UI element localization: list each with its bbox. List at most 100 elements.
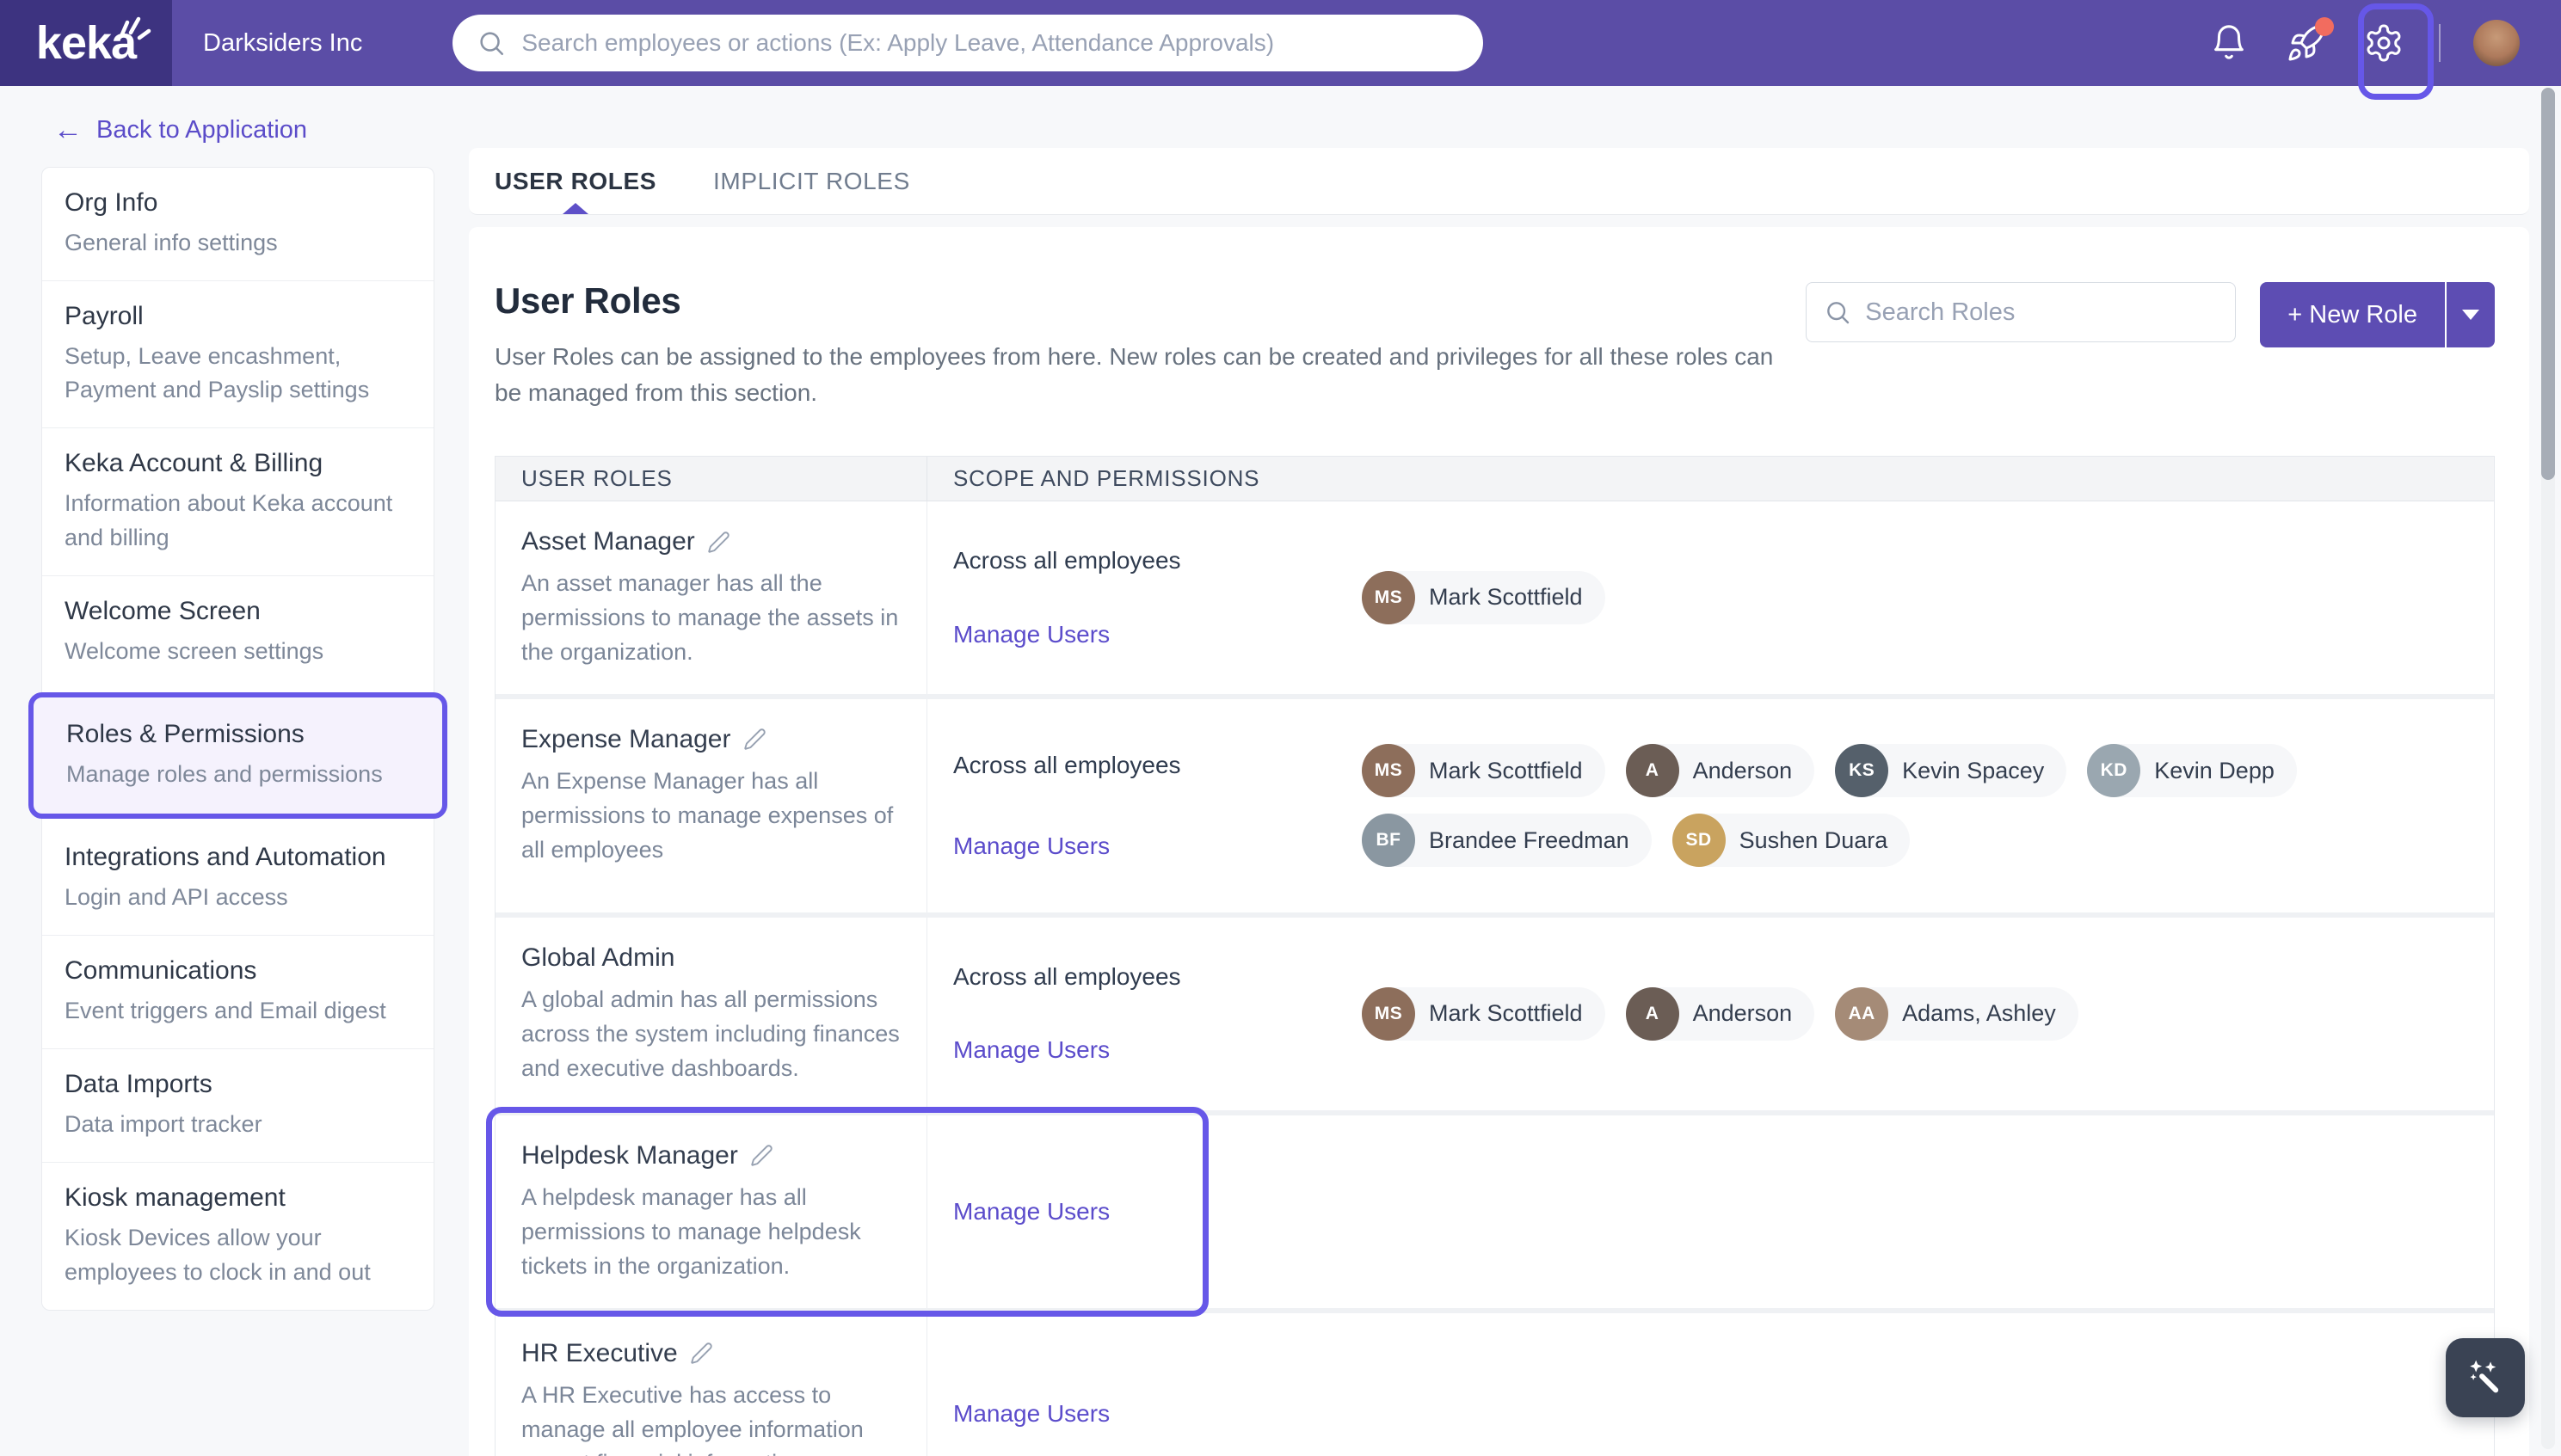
scope-cell: Manage Users [927, 1313, 2494, 1456]
notification-dot [2315, 17, 2334, 36]
new-role-split-button: + New Role [2260, 282, 2495, 347]
back-arrow-icon: ← [53, 114, 83, 146]
column-header-user-roles: USER ROLES [496, 457, 927, 501]
user-name: Mark Scottfield [1429, 584, 1583, 611]
avatar: MS [1362, 570, 1415, 624]
back-row: ← Back to Application [0, 86, 2561, 144]
role-description: A helpdesk manager has all permissions t… [521, 1183, 861, 1279]
user-name: Sushen Duara [1739, 826, 1888, 853]
back-link-label: Back to Application [96, 115, 308, 144]
header-icons [2207, 17, 2561, 66]
role-name: Helpdesk Manager [521, 1140, 738, 1170]
user-chip[interactable]: MS Mark Scottfield [1362, 744, 1605, 798]
assistant-wand-button[interactable] [2446, 1338, 2525, 1417]
manage-users-link[interactable]: Manage Users [953, 832, 1110, 860]
sidebar-item-roles-permissions[interactable]: Roles & Permissions Manage roles and per… [28, 691, 447, 819]
sidebar-item-title: Data Imports [65, 1070, 212, 1099]
avatar: SD [1671, 814, 1726, 868]
notifications-button[interactable] [2207, 21, 2251, 65]
edit-role-icon[interactable] [707, 531, 730, 554]
avatar: BF [1362, 814, 1415, 868]
user-chip[interactable]: KD Kevin Depp [2087, 744, 2297, 798]
section-header: User Roles User Roles can be assigned to… [495, 280, 2495, 411]
sidebar-item-communications[interactable]: Communications Event triggers and Email … [42, 935, 434, 1049]
edit-role-icon[interactable] [750, 1144, 773, 1167]
avatar: KS [1835, 744, 1889, 798]
scope-left: Across all employees Manage Users [953, 699, 1362, 912]
search-icon [1827, 302, 1850, 324]
role-cell: Helpdesk Manager A helpdesk manager has … [496, 1115, 927, 1308]
role-name: HR Executive [521, 1338, 678, 1367]
header-divider [2439, 24, 2441, 62]
user-chip[interactable]: SD Sushen Duara [1671, 814, 1911, 868]
sidebar-item-org-info[interactable]: Org Info General info settings [42, 168, 434, 281]
user-name: Kevin Depp [2154, 757, 2275, 783]
sidebar-item-keka-account-billing[interactable]: Keka Account & Billing Information about… [42, 427, 434, 575]
role-name: Expense Manager [521, 724, 731, 753]
avatar: A [1625, 744, 1679, 798]
role-cell: HR Executive A HR Executive has access t… [496, 1312, 927, 1456]
avatar: A [1625, 986, 1679, 1041]
sidebar-item-title: Kiosk management [65, 1183, 286, 1213]
user-name: Kevin Spacey [1902, 757, 2045, 783]
section-header-text: User Roles User Roles can be assigned to… [495, 280, 1794, 411]
search-roles-box[interactable] [1806, 282, 2237, 342]
chevron-down-icon [2462, 310, 2479, 320]
sidebar-item-title: Welcome Screen [65, 596, 261, 625]
scrollbar-thumb[interactable] [2541, 88, 2555, 480]
assigned-users [1362, 1313, 2494, 1456]
role-cell: Global Admin A global admin has all perm… [496, 917, 927, 1110]
search-roles-input[interactable] [1865, 298, 2219, 327]
avatar: MS [1362, 986, 1415, 1041]
manage-users-link[interactable]: Manage Users [953, 1400, 1110, 1428]
tab-user-roles[interactable]: USER ROLES [495, 148, 656, 214]
role-scope: Across all employees [953, 752, 1181, 779]
user-chip[interactable]: A Anderson [1625, 744, 1815, 798]
user-chip[interactable]: AA Adams, Ashley [1835, 986, 2078, 1041]
assigned-users [1362, 1115, 2494, 1308]
asset-manager-row: Asset Manager An asset manager has all t… [496, 501, 2494, 694]
role-title: Global Admin [521, 943, 906, 973]
sidebar-item-subtitle: General info settings [65, 230, 278, 255]
user-chip[interactable]: MS Mark Scottfield [1362, 570, 1605, 624]
back-to-application-link[interactable]: ← Back to Application [53, 115, 307, 144]
sidebar-item-title: Payroll [65, 302, 144, 331]
company-name: Darksiders Inc [203, 28, 363, 57]
sidebar-item-data-imports[interactable]: Data Imports Data import tracker [42, 1048, 434, 1163]
user-name: Brandee Freedman [1429, 826, 1629, 853]
scope-left: Manage Users [953, 1115, 1362, 1308]
whats-new-button[interactable] [2284, 17, 2334, 65]
user-name: Anderson [1692, 757, 1793, 783]
page-title: User Roles [495, 280, 681, 321]
new-role-dropdown-button[interactable] [2447, 282, 2495, 347]
manage-users-link[interactable]: Manage Users [953, 1198, 1110, 1226]
sidebar-item-kiosk-management[interactable]: Kiosk management Kiosk Devices allow you… [42, 1162, 434, 1310]
user-chip[interactable]: A Anderson [1625, 986, 1815, 1041]
user-name: Mark Scottfield [1429, 1000, 1583, 1027]
user-avatar[interactable] [2473, 20, 2520, 66]
user-chip[interactable]: BF Brandee Freedman [1362, 814, 1652, 868]
expense-manager-row: Expense Manager An Expense Manager has a… [496, 693, 2494, 912]
global-search[interactable] [452, 15, 1484, 71]
column-header-scope: SCOPE AND PERMISSIONS [953, 465, 1260, 491]
sidebar-item-subtitle: Kiosk Devices allow your employees to cl… [65, 1225, 371, 1285]
settings-sidebar: Org Info General info settings Payroll S… [28, 167, 447, 1311]
sidebar-item-payroll[interactable]: Payroll Setup, Leave encashment, Payment… [42, 280, 434, 428]
user-chip[interactable]: MS Mark Scottfield [1362, 986, 1605, 1041]
new-role-button[interactable]: + New Role [2260, 282, 2445, 347]
role-description: A HR Executive has access to manage all … [521, 1381, 864, 1456]
manage-users-link[interactable]: Manage Users [953, 621, 1110, 648]
user-name: Adams, Ashley [1902, 1000, 2056, 1027]
settings-button[interactable] [2361, 21, 2406, 65]
user-chip[interactable]: KS Kevin Spacey [1835, 744, 2067, 798]
global-search-input[interactable] [521, 29, 1460, 57]
keka-logo[interactable]: keka [0, 0, 172, 86]
edit-role-icon[interactable] [690, 1342, 713, 1365]
scope-left: Manage Users [953, 1313, 1362, 1456]
sidebar-item-integrations-and-automation[interactable]: Integrations and Automation Login and AP… [42, 821, 434, 936]
edit-role-icon[interactable] [743, 728, 766, 751]
sidebar-item-subtitle: Information about Keka account and billi… [65, 490, 393, 550]
tab-implicit-roles[interactable]: IMPLICIT ROLES [713, 148, 910, 214]
manage-users-link[interactable]: Manage Users [953, 1036, 1110, 1064]
sidebar-item-welcome-screen[interactable]: Welcome Screen Welcome screen settings [42, 574, 434, 689]
